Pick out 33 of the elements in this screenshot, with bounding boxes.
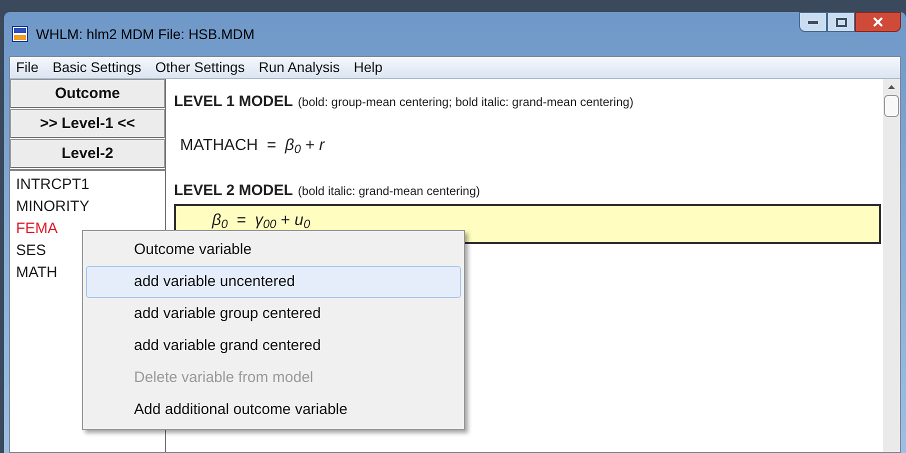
level-button[interactable]: Outcome	[10, 79, 165, 108]
close-button[interactable]	[855, 12, 901, 32]
menu-item[interactable]: Basic Settings	[46, 57, 148, 78]
context-menu-item[interactable]: add variable group centered	[86, 298, 461, 330]
level2-equation: β$_{0}$ = γ$_{00}$ + u$_{0}$	[212, 211, 310, 233]
level1-heading: LEVEL 1 MODEL	[174, 92, 293, 112]
app-icon	[12, 26, 28, 42]
variable-item[interactable]: INTRCPT1	[16, 174, 90, 196]
scroll-thumb[interactable]	[884, 95, 899, 117]
context-menu-item[interactable]: Outcome variable	[86, 234, 461, 266]
scroll-up-icon[interactable]	[888, 85, 895, 89]
context-menu-item[interactable]: add variable uncentered	[86, 266, 461, 298]
level-button[interactable]: Level-2	[10, 139, 165, 168]
level1-equation: MATHACH = β$_{0}$ + r	[180, 136, 324, 158]
maximize-button[interactable]	[827, 12, 855, 32]
level-button[interactable]: >> Level-1 <<	[10, 109, 165, 138]
scrollbar[interactable]	[883, 79, 900, 452]
menu-item[interactable]: Run Analysis	[252, 57, 346, 78]
menu-item[interactable]: File	[10, 57, 45, 78]
variable-item[interactable]: MATH	[16, 262, 58, 284]
variable-item[interactable]: FEMA	[16, 218, 58, 240]
window-title: WHLM: hlm2 MDM File: HSB.MDM	[36, 24, 255, 44]
level2-note: (bold italic: grand-mean centering)	[298, 182, 480, 200]
close-icon	[873, 17, 883, 27]
minimize-button[interactable]	[799, 12, 827, 32]
menu-item[interactable]: Other Settings	[149, 57, 251, 78]
variable-item[interactable]: MINORITY	[16, 196, 90, 218]
context-menu-item[interactable]: add variable grand centered	[86, 330, 461, 362]
level1-note: (bold: group-mean centering; bold italic: grand-mean centering)	[298, 94, 634, 111]
menu-item[interactable]: Help	[348, 57, 389, 78]
context-menu-item[interactable]: Add additional outcome variable	[86, 394, 461, 426]
level2-heading: LEVEL 2 MODEL	[174, 180, 293, 200]
variable-item[interactable]: SES	[16, 240, 46, 262]
